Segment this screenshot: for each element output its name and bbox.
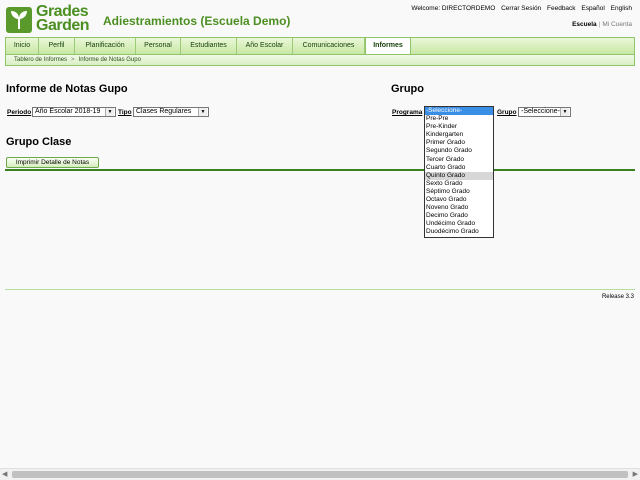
scroll-left-icon[interactable]: ◀ [2,470,7,478]
programa-option[interactable]: Duodécimo Grado [425,228,493,236]
logo-icon [6,7,32,33]
periodo-label: Periodo [7,109,32,116]
tab-estudiantes[interactable]: Estudiantes [181,38,237,54]
horizontal-scrollbar[interactable]: ◀ ▶ [0,468,640,480]
tab-comunicaciones[interactable]: Comunicaciones [293,38,365,54]
logout-link[interactable]: Cerrar Sesión [501,5,541,12]
programa-option[interactable]: Tercer Grado [425,156,493,164]
english-link[interactable]: English [611,5,632,12]
main-nav: Inicio Perfil Planificación Personal Est… [5,37,635,55]
programa-option[interactable]: Quinto Grado [425,171,493,180]
programa-label: Programa [392,109,423,116]
welcome-text: Welcome: DIRECTORDEMO [411,5,496,12]
programa-option[interactable]: Noveno Grado [425,204,493,212]
chevron-down-icon: ▼ [198,108,207,116]
breadcrumb-dashboard-link[interactable]: Tablero de Informes [14,57,67,63]
tab-personal[interactable]: Personal [136,38,181,54]
footer-divider [5,289,635,290]
school-link[interactable]: Escuela [572,21,597,28]
scroll-right-icon[interactable]: ▶ [633,470,638,478]
breadcrumb-current: Informe de Notas Gupo [78,57,141,63]
programa-option[interactable]: Decimo Grado [425,212,493,220]
tipo-value: Clases Regulares [136,108,192,115]
group-class-heading: Grupo Clase [6,136,72,148]
group-heading: Grupo [391,83,424,95]
release-version: Release 3.3 [601,294,634,300]
tab-inicio[interactable]: Inicio [6,38,39,54]
programa-option[interactable]: Pre-Kinder [425,123,493,131]
brand-logo-text: Grades Garden [36,4,90,34]
tipo-label: Tipo [118,109,132,116]
breadcrumb: Tablero de Informes > Informe de Notas Gup… [5,54,635,66]
programa-option[interactable]: Undécimo Grado [425,220,493,228]
programa-option[interactable]: Pre-Pre [425,115,493,123]
section-divider [5,169,635,171]
programa-option[interactable]: Primer Grado [425,139,493,147]
chevron-down-icon: ▼ [560,108,569,116]
programa-option[interactable]: Sexto Grado [425,180,493,188]
top-links: Welcome: DIRECTORDEMO Cerrar Sesión Feed… [407,5,632,12]
context-links: Escuela | Mi Cuenta [572,21,632,28]
tab-informes[interactable]: Informes [365,37,411,55]
programa-option[interactable]: -Seleccione- [425,107,493,116]
programa-option[interactable]: Kindergarten [425,131,493,139]
tab-planificacion[interactable]: Planificación [75,38,136,54]
programa-option[interactable]: Cuarto Grado [425,164,493,172]
spanish-link[interactable]: Español [581,5,605,12]
programa-option[interactable]: Octavo Grado [425,196,493,204]
my-account-link[interactable]: Mi Cuenta [602,21,632,28]
programa-option[interactable]: Segundo Grado [425,147,493,155]
feedback-link[interactable]: Feedback [547,5,576,12]
grupo-label: Grupo [497,109,517,116]
grupo-value: -Seleccione- [521,108,560,115]
periodo-value: Año Escolar 2018-19 [35,108,101,115]
periodo-select[interactable]: Año Escolar 2018-19 ▼ [32,107,116,117]
print-grades-button[interactable]: Imprimir Detalle de Notas [6,157,99,168]
app-title: Adiestramientos (Escuela Demo) [103,14,291,28]
programa-option[interactable]: Séptimo Grado [425,188,493,196]
page-title: Informe de Notas Gupo [6,83,128,95]
tab-ano-escolar[interactable]: Año Escolar [237,38,293,54]
tipo-select[interactable]: Clases Regulares ▼ [133,107,209,117]
brand-line-2: Garden [36,17,90,34]
grupo-select[interactable]: -Seleccione- ▼ [518,107,571,117]
scrollbar-thumb[interactable] [12,471,628,478]
chevron-down-icon: ▼ [105,108,114,116]
programa-dropdown-list[interactable]: -Seleccione- Pre-Pre Pre-Kinder Kinderga… [424,106,494,238]
tab-perfil[interactable]: Perfil [39,38,75,54]
